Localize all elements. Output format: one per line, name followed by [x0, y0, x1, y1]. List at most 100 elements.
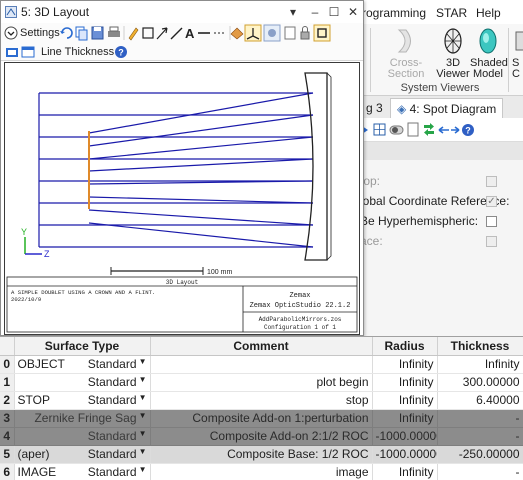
- thickness-cell[interactable]: -: [437, 409, 523, 428]
- thickness-cell[interactable]: Infinity: [437, 355, 523, 374]
- surface-index[interactable]: 6: [0, 463, 15, 480]
- copy-icon[interactable]: [75, 26, 88, 41]
- grid-icon[interactable]: [373, 123, 386, 136]
- surface-index[interactable]: 2: [0, 391, 15, 410]
- chevron-down-icon[interactable]: ▼: [139, 447, 147, 456]
- comment-cell[interactable]: Composite Add-on 2:1/2 ROC: [150, 427, 373, 446]
- surface-index[interactable]: 1: [0, 373, 15, 392]
- property-checkbox-hyperhemispheric[interactable]: [486, 216, 497, 227]
- header-thickness[interactable]: Thickness: [437, 337, 523, 356]
- page-icon[interactable]: [284, 26, 296, 40]
- 3d-viewer-button[interactable]: 3D Viewer: [436, 24, 470, 82]
- radius-cell[interactable]: Infinity: [372, 391, 438, 410]
- settings-expand-icon[interactable]: [4, 26, 18, 40]
- radius-cell[interactable]: -1000.00000: [372, 427, 438, 446]
- settings-button[interactable]: Settings: [20, 27, 60, 39]
- text-icon[interactable]: A: [185, 26, 195, 41]
- arrow-line-icon[interactable]: [156, 27, 168, 40]
- radius-cell[interactable]: Infinity: [372, 409, 438, 428]
- comment-cell[interactable]: Composite Add-on 1:perturbation: [150, 409, 373, 428]
- surface-index[interactable]: 5: [0, 445, 15, 464]
- surface-type-cell[interactable]: IMAGE Standard ▼: [14, 463, 151, 480]
- comment-cell[interactable]: Composite Base: 1/2 ROC: [150, 445, 373, 464]
- table-row[interactable]: 5 (aper) Standard ▼ Composite Base: 1/2 ROC -…: [0, 445, 523, 464]
- dock-icon[interactable]: [5, 45, 19, 59]
- thickness-cell[interactable]: -250.00000: [437, 445, 523, 464]
- line-thickness-dropdown[interactable]: Line Thickness ▾: [41, 46, 121, 58]
- chevron-down-icon[interactable]: ▼: [139, 393, 147, 402]
- header-radius[interactable]: Radius: [372, 337, 438, 356]
- radius-cell[interactable]: -1000.00000: [372, 445, 438, 464]
- rectangle-icon[interactable]: [142, 27, 154, 39]
- table-row[interactable]: 2 STOP Standard ▼ stop Infinity 6.40000: [0, 391, 523, 410]
- cut-off-ribbon-button[interactable]: S C: [512, 24, 523, 82]
- ribbon-tab-star[interactable]: STAR: [436, 6, 467, 20]
- property-row-surface: ace:: [360, 232, 523, 252]
- pencil-icon[interactable]: [128, 27, 139, 41]
- surface-type-cell[interactable]: STOP Standard ▼: [14, 391, 151, 410]
- rotate-icon[interactable]: [230, 27, 244, 40]
- chevron-down-icon[interactable]: ▼: [139, 429, 147, 438]
- axes-icon[interactable]: [244, 24, 262, 42]
- close-button[interactable]: ✕: [345, 4, 361, 20]
- radius-cell[interactable]: Infinity: [372, 373, 438, 392]
- comment-cell[interactable]: [150, 355, 373, 374]
- page-icon[interactable]: [407, 122, 419, 137]
- table-row[interactable]: 3 Zernike Fringe Sag ▼ Composite Add-on 1:p…: [0, 409, 523, 428]
- chevron-down-icon[interactable]: ▼: [139, 411, 147, 420]
- table-row[interactable]: 1 Standard ▼ plot begin Infinity 300.00000: [0, 373, 523, 392]
- thickness-cell[interactable]: -: [437, 463, 523, 480]
- surface-type-cell[interactable]: Standard ▼: [14, 373, 151, 392]
- ribbon-tab-programming[interactable]: rogramming: [362, 6, 426, 20]
- surface-type-cell[interactable]: Zernike Fringe Sag ▼: [14, 409, 151, 428]
- arrows-horizontal-icon[interactable]: [438, 126, 460, 134]
- radius-cell[interactable]: Infinity: [372, 463, 438, 480]
- header-surface-type[interactable]: Surface Type: [14, 337, 151, 356]
- header-comment[interactable]: Comment: [150, 337, 373, 356]
- table-row[interactable]: 0 OBJECT Standard ▼ Infinity Infinity: [0, 355, 523, 374]
- surface-type-cell[interactable]: OBJECT Standard ▼: [14, 355, 151, 374]
- fit-icon[interactable]: [313, 24, 331, 42]
- chevron-down-icon[interactable]: ▼: [139, 357, 147, 366]
- thickness-cell[interactable]: -: [437, 427, 523, 446]
- toggle-icon[interactable]: [389, 125, 404, 135]
- surface-index[interactable]: 0: [0, 355, 15, 374]
- print-icon[interactable]: [108, 26, 120, 37]
- property-checkbox-stop[interactable]: [486, 176, 497, 187]
- property-checkbox-global-coord[interactable]: ✓: [486, 196, 497, 207]
- doc-tab-spot-diagram[interactable]: ◈ 4: Spot Diagram: [390, 98, 504, 118]
- line-icon[interactable]: [170, 27, 183, 40]
- table-row[interactable]: 6 IMAGE Standard ▼ image Infinity -: [0, 463, 523, 480]
- radius-cell[interactable]: Infinity: [372, 355, 438, 374]
- ribbon-tab-help[interactable]: Help: [476, 6, 501, 20]
- sync-icon[interactable]: [424, 123, 434, 136]
- window-title-bar[interactable]: 5: 3D Layout ▾ – ☐ ✕: [1, 1, 363, 23]
- surface-index[interactable]: 3: [0, 409, 15, 428]
- comment-cell[interactable]: plot begin: [150, 373, 373, 392]
- table-row[interactable]: 4 Standard ▼ Composite Add-on 2:1/2 ROC -100…: [0, 427, 523, 446]
- lock-icon[interactable]: [300, 26, 310, 40]
- property-checkbox-surface[interactable]: [486, 236, 497, 247]
- comment-cell[interactable]: image: [150, 463, 373, 480]
- maximize-button[interactable]: ☐: [326, 4, 342, 20]
- view-icon[interactable]: [263, 24, 281, 42]
- surface-index[interactable]: 4: [0, 427, 15, 446]
- doc-tab-partial[interactable]: g 3: [360, 98, 389, 118]
- comment-cell[interactable]: stop: [150, 391, 373, 410]
- thickness-cell[interactable]: 6.40000: [437, 391, 523, 410]
- help-icon[interactable]: ?: [462, 124, 474, 136]
- save-icon[interactable]: [91, 26, 104, 40]
- help-icon[interactable]: ?: [114, 45, 128, 59]
- pin-icon[interactable]: ▾: [285, 4, 301, 20]
- surface-type-cell[interactable]: Standard ▼: [14, 427, 151, 446]
- minimize-button[interactable]: –: [307, 4, 323, 20]
- layout-plot-area[interactable]: Y Z 100 mm 3D Layout A SIMPLE DOUBLET US…: [4, 62, 360, 335]
- surface-type-cell[interactable]: (aper) Standard ▼: [14, 445, 151, 464]
- chevron-down-icon[interactable]: ▼: [139, 465, 147, 474]
- cross-section-button[interactable]: Cross-Section: [374, 24, 438, 82]
- window-icon[interactable]: [21, 45, 35, 59]
- refresh-icon[interactable]: [60, 27, 73, 39]
- thickness-cell[interactable]: 300.00000: [437, 373, 523, 392]
- chevron-down-icon[interactable]: ▼: [139, 375, 147, 384]
- shaded-model-button[interactable]: Shaded Model: [470, 24, 508, 82]
